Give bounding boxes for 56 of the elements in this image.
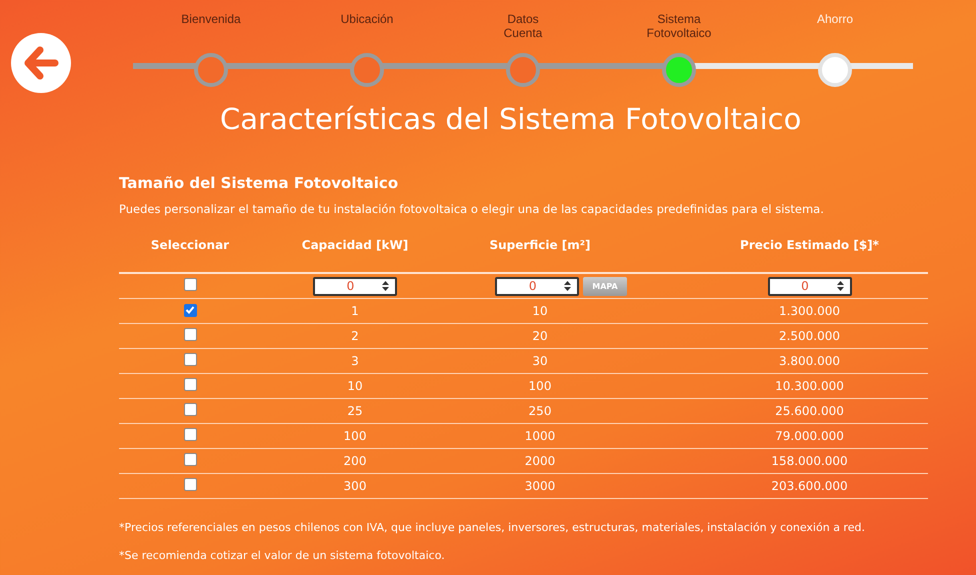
table-cell: 2 [351, 329, 359, 343]
table-cell: 1 [351, 304, 359, 318]
step-label: Sistema Fotovoltaico [646, 12, 712, 42]
section-heading: Tamaño del Sistema Fotovoltaico [119, 173, 400, 193]
step-label: Bienvenida [181, 12, 241, 28]
spinner-arrows-icon[interactable] [836, 279, 844, 293]
column-header: Precio Estimado [$]* [739, 238, 879, 252]
table-cell-text: 158.000.000 [770, 454, 848, 468]
table-cell: 2000 [524, 454, 556, 468]
checkbox[interactable] [184, 428, 196, 441]
spinner-arrows-icon[interactable] [381, 279, 390, 293]
column-header: Superficie [m²] [490, 238, 590, 252]
table-cell: 250 [528, 404, 552, 418]
table-cell: 3 [351, 354, 359, 368]
spinner-arrows-icon[interactable] [563, 279, 572, 293]
table-cell: 10 [532, 304, 548, 318]
section-description: Puedes personalizar el tamaño de tu instalación fotovoltaica o elegir una de las capacidades predefinidas para el sistema. [119, 201, 825, 217]
checkbox[interactable] [184, 478, 196, 491]
table-cell: 25 [347, 404, 363, 418]
footnote: *Se recomienda cotizar el valor de un sistema fotovoltaico. [119, 548, 446, 563]
checkbox[interactable] [184, 278, 196, 291]
price-input[interactable]: 0 [768, 276, 852, 296]
checkbox[interactable] [184, 304, 196, 317]
back-arrow-icon [23, 46, 59, 80]
table-cell-text: 25.600.000 [774, 404, 844, 418]
table-cell-text: 79.000.000 [774, 429, 844, 443]
checkbox[interactable] [184, 353, 196, 366]
table-cell: 20 [532, 329, 548, 343]
table-cell: 10 [347, 379, 363, 393]
page-title: Características del Sistema Fotovoltaico [220, 101, 802, 138]
step-label: Ahorro [816, 12, 854, 28]
table-cell-text: 10.300.000 [774, 379, 844, 393]
footnote: *Precios referenciales en pesos chilenos con IVA, que incluye paneles, inversores, estructuras, materiales, instalación y conexión a red. [119, 520, 866, 535]
checkbox[interactable] [184, 453, 196, 466]
table-cell: 100 [528, 379, 552, 393]
table-cell-text: 203.600.000 [770, 479, 848, 493]
table-cell-text: 1.300.000 [778, 304, 840, 318]
step-label: Datos Cuenta [502, 12, 544, 42]
column-header: Seleccionar [150, 238, 230, 252]
table-cell: 30 [532, 354, 548, 368]
step-label: Ubicación [340, 12, 394, 28]
surface-input[interactable]: 0 [495, 276, 580, 296]
map-button[interactable]: MAPA [583, 276, 627, 296]
column-header: Capacidad [kW] [302, 238, 408, 252]
table-cell-text: 2.500.000 [778, 329, 840, 343]
table-cell: 200 [344, 454, 366, 468]
table-cell: 100 [344, 429, 366, 443]
table-cell: 300 [344, 479, 366, 493]
capacity-input[interactable]: 0 [313, 276, 397, 296]
checkbox[interactable] [184, 378, 196, 391]
checkbox[interactable] [184, 328, 196, 341]
table-cell: 1000 [524, 429, 556, 443]
table-cell: 3000 [524, 479, 556, 493]
step-marker[interactable] [662, 53, 696, 87]
checkbox[interactable] [184, 403, 196, 416]
table-cell-text: 3.800.000 [778, 354, 840, 368]
